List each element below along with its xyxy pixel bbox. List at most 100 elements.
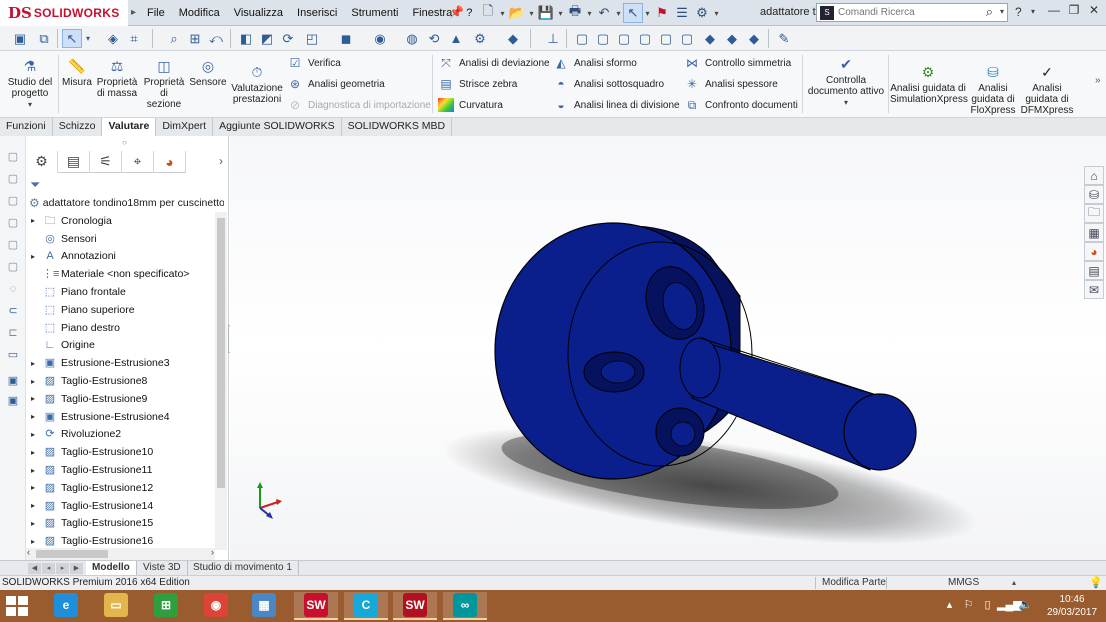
options-gear-icon[interactable]: ⚙: [692, 3, 712, 23]
graphics-area[interactable]: ⌕ ⌕ ⤺ ◧ ◩ ◰ ◼ ◉ ◍ ▲ ▭ ◫ ▢ ❐ ✕ ⌂ ⛁ 🗀 ▦ ◕ …: [230, 136, 1106, 560]
dfmxpress-button[interactable]: ✓ Analisi guidata di DFMXpress: [1020, 63, 1074, 116]
hide-show-icon[interactable]: ◉: [370, 29, 390, 48]
tips-lightbulb-icon[interactable]: 💡: [1089, 576, 1103, 590]
taskbar-store[interactable]: ⊞: [144, 592, 188, 620]
expand-arrow-icon[interactable]: ▸: [26, 483, 42, 492]
expand-arrow-icon[interactable]: ▸: [26, 430, 42, 439]
tab-modello[interactable]: Modello: [86, 561, 137, 575]
tab-valutare[interactable]: Valutare: [102, 118, 157, 136]
scroll-thumb-horizontal[interactable]: [36, 550, 108, 558]
edit-appearance-icon[interactable]: ◍: [402, 29, 422, 48]
view-top-icon[interactable]: ▢: [656, 29, 676, 48]
close-icon[interactable]: ✕: [1084, 3, 1104, 17]
scene-icon[interactable]: ▲: [446, 29, 466, 48]
taskbar-solidworks-2016[interactable]: SW: [393, 592, 437, 620]
taskbar-chrome[interactable]: ◉: [194, 592, 238, 620]
tree-item[interactable]: ▸ 🗀 Cronologia: [26, 212, 214, 230]
strip-tool-6-icon[interactable]: ▢: [5, 260, 21, 274]
tray-network-icon[interactable]: ▂▄▆: [997, 598, 1022, 611]
select-pointer-icon[interactable]: ↖: [623, 3, 643, 23]
taskbar-c-app[interactable]: C: [344, 592, 388, 620]
menu-file[interactable]: File: [140, 7, 172, 19]
minimize-icon[interactable]: —: [1044, 3, 1064, 17]
controlla-documento-button[interactable]: ✔ Controlla documento attivo ▾: [806, 55, 886, 108]
viewport-maximize-icon[interactable]: ▢: [1032, 136, 1052, 137]
strip-tool-1-icon[interactable]: ▢: [5, 150, 21, 164]
tree-item[interactable]: ▸ ▨ Taglio-Estrusione12: [26, 479, 214, 497]
analisi-sottosquadro-button[interactable]: ◓ Analisi sottosquadro: [553, 76, 664, 92]
strip-tool-11-icon[interactable]: ▣: [5, 374, 21, 388]
tab-schizzo[interactable]: Schizzo: [53, 118, 103, 136]
sketch-relations-icon[interactable]: ⌗: [124, 29, 144, 48]
forum-icon[interactable]: ✉: [1084, 280, 1104, 299]
rebuild-icon[interactable]: ⚑: [652, 3, 672, 23]
search-dropdown-icon[interactable]: ▾: [1000, 7, 1004, 16]
screen-capture-icon[interactable]: ▣: [10, 29, 30, 48]
strip-tool-10-icon[interactable]: ▭: [5, 348, 21, 362]
viewport-close-icon[interactable]: ✕: [1072, 136, 1092, 137]
tree-item[interactable]: ▸ ▨ Taglio-Estrusione14: [26, 497, 214, 515]
studio-progetto-button[interactable]: ⚗ Studio del progetto ▾: [4, 57, 56, 110]
expand-arrow-icon[interactable]: ▸: [26, 448, 42, 457]
command-search[interactable]: S ⌕ ▾: [816, 3, 1008, 22]
zoom-area-icon[interactable]: ⊞: [185, 29, 205, 48]
tray-expand-icon[interactable]: ▴: [940, 598, 959, 611]
tab-studio-movimento[interactable]: Studio di movimento 1: [187, 561, 299, 575]
options-dropdown-icon[interactable]: ▾: [712, 9, 721, 18]
expand-arrow-icon[interactable]: ▸: [26, 252, 42, 261]
scroll-left-icon[interactable]: ‹: [27, 547, 30, 557]
open-icon[interactable]: 📂: [507, 3, 527, 23]
tree-item[interactable]: ⬚ Piano frontale: [26, 283, 214, 301]
units-dropdown-icon[interactable]: ▴: [1012, 576, 1016, 590]
simulationxpress-button[interactable]: ⚙ Analisi guidata di SimulationXpress: [890, 63, 968, 105]
analisi-deviazione-button[interactable]: ⤧ Analisi di deviazione: [438, 55, 549, 71]
tree-item[interactable]: ⋮≡ Materiale <non specificato>: [26, 265, 214, 283]
normal-to-icon[interactable]: ⊥: [543, 29, 563, 48]
tab-funzioni[interactable]: Funzioni: [0, 118, 53, 136]
display-manager-tab-icon[interactable]: ◕: [154, 151, 186, 173]
strip-tool-4-icon[interactable]: ▢: [5, 216, 21, 230]
tree-item[interactable]: ▸ ▨ Taglio-Estrusione8: [26, 372, 214, 390]
undo-icon[interactable]: ↶: [594, 3, 614, 23]
select-icon[interactable]: ↖: [62, 29, 82, 48]
tab-dimxpert[interactable]: DimXpert: [156, 118, 214, 136]
pin-menu-icon[interactable]: 📌: [449, 5, 464, 19]
tree-item[interactable]: ▸ ▣ Estrusione-Estrusione3: [26, 354, 214, 372]
diagnostica-importazione-button[interactable]: ⊘ Diagnostica di importazione: [287, 97, 431, 113]
viewport-restore-icon[interactable]: ❐: [1052, 136, 1072, 137]
strip-tool-7-icon[interactable]: ◌: [5, 282, 21, 296]
last-tab-icon[interactable]: ▶: [70, 563, 83, 574]
strip-tool-3-icon[interactable]: ▢: [5, 194, 21, 208]
expand-arrow-icon[interactable]: ▸: [26, 537, 42, 546]
expand-arrow-icon[interactable]: ▸: [26, 501, 42, 510]
strip-tool-12-icon[interactable]: ▣: [5, 394, 21, 408]
tray-battery-icon[interactable]: ▯: [978, 598, 997, 611]
measure-tool-icon[interactable]: ✎: [774, 29, 794, 48]
analisi-linea-divisione-button[interactable]: ◒ Analisi linea di divisione: [553, 97, 679, 113]
save-icon[interactable]: 💾: [536, 3, 556, 23]
property-manager-tab-icon[interactable]: ▤: [58, 151, 90, 173]
expand-arrow-icon[interactable]: ▸: [26, 394, 42, 403]
dimxpert-tab-icon[interactable]: ⌖: [122, 151, 154, 173]
proprieta-sezione-button[interactable]: ◫ Proprietà di sezione: [142, 57, 186, 110]
part-model[interactable]: [230, 136, 1106, 560]
search-input[interactable]: [838, 7, 978, 18]
view-settings-icon[interactable]: ⚙: [470, 29, 490, 48]
valutazione-prestazioni-button[interactable]: ⏱ Valutazione prestazioni: [229, 63, 285, 105]
proprieta-massa-button[interactable]: ⚖ Proprietà di massa: [95, 57, 139, 99]
misura-button[interactable]: 📏 Misura: [60, 57, 94, 88]
curvatura-button[interactable]: ■ Curvatura: [438, 97, 503, 113]
new-document-icon[interactable]: 🗋: [478, 3, 498, 23]
units-selector[interactable]: MMGS: [948, 576, 979, 590]
select-dropdown-icon[interactable]: ▾: [83, 29, 93, 48]
tree-item[interactable]: ▸ ⟳ Rivoluzione2: [26, 426, 214, 444]
view-orientation-icon[interactable]: ◰: [302, 29, 322, 48]
undo-dropdown-icon[interactable]: ▾: [614, 9, 623, 18]
view-left-icon[interactable]: ▢: [614, 29, 634, 48]
windows-start-button[interactable]: [6, 596, 28, 616]
tab-viste-3d[interactable]: Viste 3D: [137, 561, 188, 575]
confronto-documenti-button[interactable]: ⧉ Confronto documenti: [684, 97, 798, 113]
view-bottom-icon[interactable]: ▢: [677, 29, 697, 48]
tree-horizontal-scrollbar[interactable]: ‹ ›: [26, 547, 215, 560]
panel-grip-icon[interactable]: ○: [122, 138, 127, 147]
